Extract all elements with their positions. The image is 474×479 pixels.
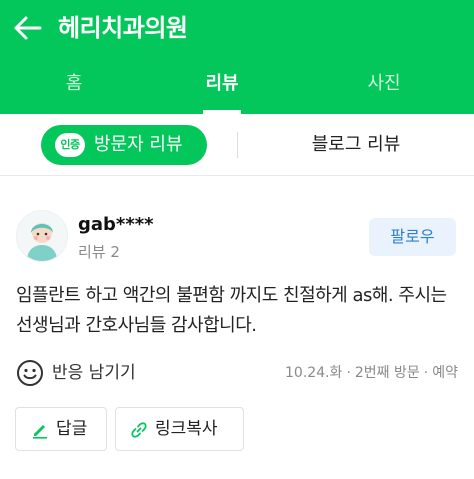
main-tabs: 홈 리뷰 사진 bbox=[0, 57, 474, 114]
visit-count: 2번째 방문 bbox=[354, 365, 420, 381]
avatar[interactable] bbox=[16, 210, 68, 262]
separator-dot: · bbox=[423, 365, 429, 381]
back-button[interactable] bbox=[10, 10, 46, 46]
link-icon bbox=[131, 422, 147, 438]
reply-button[interactable]: 답글 bbox=[15, 407, 107, 451]
smile-icon bbox=[17, 360, 43, 386]
tab-home[interactable]: 홈 bbox=[0, 57, 148, 114]
back-arrow-icon bbox=[14, 16, 42, 40]
page-title: 헤리치과의원 bbox=[58, 14, 188, 42]
visitor-review-tab[interactable]: 인증 방문자 리뷰 bbox=[41, 125, 207, 165]
pencil-icon bbox=[33, 425, 47, 439]
tab-reviews[interactable]: 리뷰 bbox=[148, 57, 296, 114]
visit-type: 예약 bbox=[432, 365, 458, 381]
tab-photos[interactable]: 사진 bbox=[310, 57, 458, 114]
reply-label: 답글 bbox=[56, 419, 88, 439]
visit-date: 10.24.화 bbox=[285, 365, 343, 381]
verified-badge-icon: 인증 bbox=[55, 133, 85, 157]
review-type-tabs: 인증 방문자 리뷰 블로그 리뷰 bbox=[0, 114, 474, 176]
separator-dot: · bbox=[346, 365, 351, 381]
review-card: gab**** 리뷰 2 팔로우 임플란트 하고 액간의 불편함 까지도 친절하… bbox=[0, 177, 474, 479]
visitor-review-label: 방문자 리뷰 bbox=[94, 134, 183, 155]
blog-review-tab[interactable]: 블로그 리뷰 bbox=[238, 125, 474, 165]
follow-button[interactable]: 팔로우 bbox=[369, 218, 456, 256]
reviewer-review-count: 리뷰 2 bbox=[78, 243, 120, 261]
visit-meta: 10.24.화 · 2번째 방문 · 예약 bbox=[285, 357, 458, 389]
app-header: 헤리치과의원 bbox=[0, 0, 474, 57]
copy-link-label: 링크복사 bbox=[155, 419, 218, 439]
reviewer-name[interactable]: gab**** bbox=[78, 214, 154, 235]
review-text: 임플란트 하고 액간의 불편함 까지도 친절하게 as해. 주시는 선생님과 간… bbox=[16, 285, 447, 336]
react-label: 반응 남기기 bbox=[52, 363, 136, 383]
copy-link-button[interactable]: 링크복사 bbox=[115, 407, 244, 451]
